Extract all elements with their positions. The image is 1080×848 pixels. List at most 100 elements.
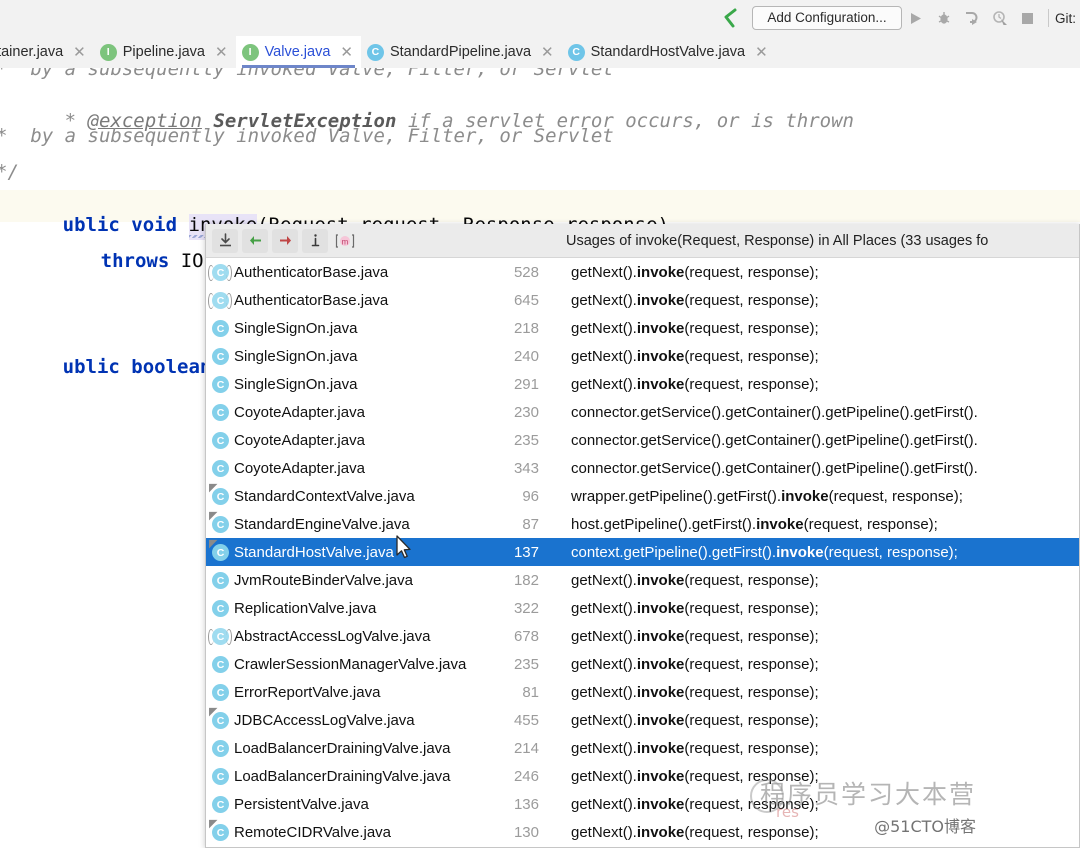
usage-row[interactable]: CReplicationValve.java322getNext().invok… (206, 594, 1079, 622)
usage-row[interactable]: C◤StandardContextValve.java96wrapper.get… (206, 482, 1079, 510)
usage-row[interactable]: CSingleSignOn.java218getNext().invoke(re… (206, 314, 1079, 342)
svg-text:m: m (342, 237, 349, 246)
usage-line-number: 137 (479, 544, 543, 561)
class-disc: C (212, 768, 229, 785)
usage-row[interactable]: CAuthenticatorBase.java528getNext().invo… (206, 258, 1079, 286)
settings-m-icon[interactable]: m (332, 229, 358, 253)
keyword-public-2: ublic (63, 356, 120, 378)
ide-window: Add Configuration... (0, 0, 1080, 848)
keyword-throws: throws (101, 250, 170, 272)
class-icon: C (367, 44, 384, 61)
usage-line-number: 214 (479, 740, 543, 757)
nav-back-icon[interactable] (718, 5, 744, 31)
close-icon[interactable]: ✕ (215, 45, 228, 60)
usage-row-icon-cell: C (206, 263, 234, 281)
snippet-prefix: getNext(). (571, 348, 637, 365)
add-configuration-button[interactable]: Add Configuration... (752, 6, 902, 30)
usage-row-icon-cell: C (206, 347, 234, 365)
usage-row[interactable]: CCoyoteAdapter.java343connector.getServi… (206, 454, 1079, 482)
snippet-suffix: (request, response); (684, 320, 818, 337)
stop-icon[interactable] (1014, 5, 1042, 31)
usage-code-snippet: getNext().invoke(request, response); (543, 600, 1079, 617)
usage-line-number: 230 (479, 404, 543, 421)
snippet-suffix: (request, response); (804, 516, 938, 533)
usage-row-icon-cell: C (206, 683, 234, 701)
close-icon[interactable]: ✕ (73, 45, 86, 60)
usage-file-name: CoyoteAdapter.java (234, 404, 479, 421)
snippet-suffix: (request, response); (684, 656, 818, 673)
usage-line-number: 235 (479, 432, 543, 449)
info-icon[interactable] (302, 229, 328, 253)
tab-container-java[interactable]: C ntainer.java ✕ (0, 36, 94, 68)
usage-row[interactable]: CSingleSignOn.java291getNext().invoke(re… (206, 370, 1079, 398)
profiler-icon[interactable] (986, 5, 1014, 31)
tab-label: Pipeline.java (123, 44, 205, 60)
class-disc: C (212, 292, 229, 309)
tab-pipeline-java[interactable]: I Pipeline.java ✕ (94, 36, 236, 68)
snippet-prefix: host.getPipeline().getFirst(). (571, 516, 756, 533)
usage-code-snippet: getNext().invoke(request, response); (543, 628, 1079, 645)
usages-list[interactable]: CAuthenticatorBase.java528getNext().invo… (206, 258, 1079, 847)
snippet-prefix: getNext(). (571, 376, 637, 393)
override-marker-icon: ◤ (209, 540, 218, 549)
usage-row[interactable]: C◤StandardHostValve.java137context.getPi… (206, 538, 1079, 566)
tab-standardhostvalve-java[interactable]: C StandardHostValve.java ✕ (562, 36, 776, 68)
snippet-method: invoke (637, 600, 685, 617)
usage-file-name: AuthenticatorBase.java (234, 264, 479, 281)
keyword-boolean: boolean (131, 356, 211, 378)
class-icon: C (211, 403, 229, 421)
usage-row[interactable]: CLoadBalancerDrainingValve.java214getNex… (206, 734, 1079, 762)
code-line-comment-0: * by a subsequently invoked Valve, Filte… (0, 68, 614, 80)
usage-row-icon-cell: C (206, 599, 234, 617)
usage-file-name: CoyoteAdapter.java (234, 460, 479, 477)
close-icon[interactable]: ✕ (541, 45, 554, 60)
tab-valve-java[interactable]: I Valve.java ✕ (236, 36, 361, 68)
usage-row[interactable]: C CoyoteAdapter.java235connector.getServi… (206, 426, 1079, 454)
usage-row[interactable]: CCoyoteAdapter.java230connector.getServi… (206, 398, 1079, 426)
class-icon: C (211, 795, 229, 813)
usage-file-name: StandardContextValve.java (234, 488, 479, 505)
snippet-suffix: (request, response); (824, 544, 958, 561)
tab-label: Valve.java (265, 44, 331, 60)
snippet-prefix: getNext(). (571, 656, 637, 673)
usage-row[interactable]: C◤StandardEngineValve.java87host.getPipe… (206, 510, 1079, 538)
usage-file-name: AbstractAccessLogValve.java (234, 628, 479, 645)
expand-all-icon[interactable] (212, 229, 238, 253)
class-disc: C (212, 740, 229, 757)
class-disc: C (212, 572, 229, 589)
next-occurrence-icon[interactable] (272, 229, 298, 253)
snippet-suffix: (request, response); (684, 376, 818, 393)
usage-code-snippet: connector.getService().getContainer().ge… (543, 460, 1079, 477)
previous-occurrence-icon[interactable] (242, 229, 268, 253)
snippet-suffix: (request, response); (684, 740, 818, 757)
debug-bug-icon[interactable] (930, 5, 958, 31)
usage-row[interactable]: CSingleSignOn.java240getNext().invoke(re… (206, 342, 1079, 370)
git-menu-label[interactable]: Git: (1055, 11, 1080, 26)
usage-row[interactable]: CAbstractAccessLogValve.java678getNext()… (206, 622, 1079, 650)
usage-file-name: ErrorReportValve.java (234, 684, 479, 701)
main-toolbar: Add Configuration... (0, 0, 1080, 36)
usage-row[interactable]: CCrawlerSessionManagerValve.java235getNe… (206, 650, 1079, 678)
class-disc: C (212, 684, 229, 701)
class-disc: C (212, 432, 229, 449)
tab-standardpipeline-java[interactable]: C StandardPipeline.java ✕ (361, 36, 562, 68)
usage-file-name: CoyoteAdapter.java (234, 432, 479, 449)
usage-line-number: 96 (479, 488, 543, 505)
close-icon[interactable]: ✕ (755, 45, 768, 60)
snippet-suffix: (request, response); (684, 684, 818, 701)
usage-row-icon-cell: C◤ (206, 543, 234, 561)
usage-row[interactable]: CErrorReportValve.java81getNext().invoke… (206, 678, 1079, 706)
usage-row[interactable]: C◤JDBCAccessLogValve.java455getNext().in… (206, 706, 1079, 734)
run-with-coverage-icon[interactable] (958, 5, 986, 31)
run-icon[interactable] (902, 5, 930, 31)
code-line-method-signature-2: ublic boolean i (0, 334, 234, 400)
usage-row[interactable]: CAuthenticatorBase.java645getNext().invo… (206, 286, 1079, 314)
usage-code-snippet: connector.getService().getContainer().ge… (543, 432, 1079, 449)
usage-line-number: 246 (479, 768, 543, 785)
usage-row[interactable]: CJvmRouteBinderValve.java182getNext().in… (206, 566, 1079, 594)
usage-line-number: 87 (479, 516, 543, 533)
class-icon: C◤ (211, 487, 229, 505)
close-icon[interactable]: ✕ (340, 45, 353, 60)
override-marker-icon: ◤ (209, 512, 218, 521)
override-marker-icon: ◤ (209, 484, 218, 493)
